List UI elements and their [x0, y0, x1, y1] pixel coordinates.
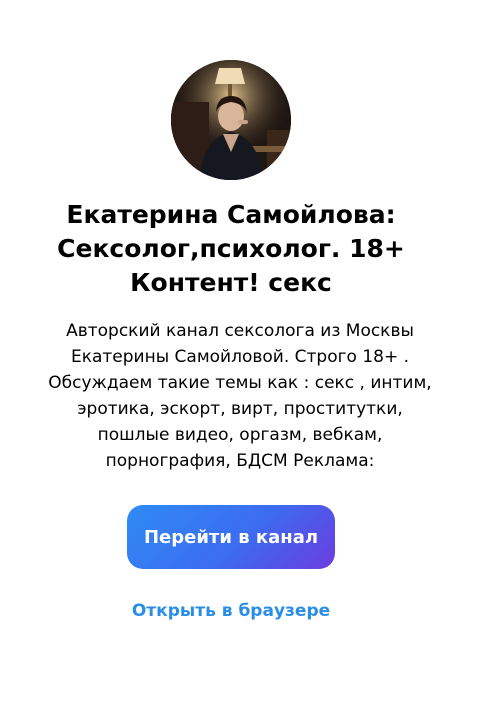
avatar-photo — [171, 60, 291, 180]
open-in-browser-link[interactable]: Открыть в браузере — [90, 601, 372, 621]
channel-title: Екатерина Самойлова: Сексолог,психолог. … — [57, 200, 405, 297]
channel-avatar — [171, 60, 291, 180]
open-channel-button[interactable]: Перейти в канал — [127, 505, 335, 569]
channel-description: Авторский канал сексолога из Москвы Екат… — [48, 321, 432, 471]
